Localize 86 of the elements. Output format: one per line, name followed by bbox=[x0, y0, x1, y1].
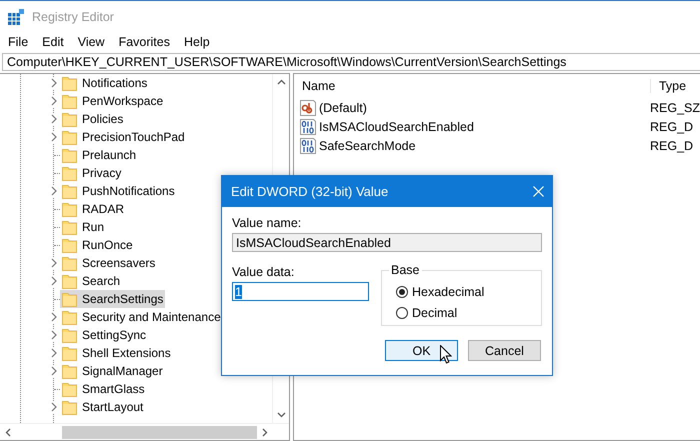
folder-icon bbox=[62, 184, 77, 198]
chevron-icon[interactable] bbox=[51, 276, 57, 286]
tree-item[interactable]: Notifications bbox=[60, 74, 150, 92]
tree-item[interactable]: Screensavers bbox=[60, 254, 158, 272]
tree-item[interactable]: RADAR bbox=[60, 200, 126, 218]
folder-icon bbox=[62, 202, 77, 216]
folder-icon bbox=[62, 238, 77, 252]
binary-value-icon bbox=[300, 138, 316, 154]
window-title: Registry Editor bbox=[32, 10, 114, 24]
chevron-icon[interactable] bbox=[51, 78, 57, 88]
string-value-icon bbox=[300, 100, 316, 116]
registry-icon bbox=[8, 8, 24, 24]
chevron-icon[interactable] bbox=[51, 258, 57, 268]
tree-item[interactable]: Prelaunch bbox=[60, 146, 138, 164]
folder-icon bbox=[62, 220, 77, 234]
tree-item[interactable]: RunOnce bbox=[60, 236, 135, 254]
value-type: REG_SZ bbox=[648, 100, 700, 114]
tree-item[interactable]: SignalManager bbox=[60, 362, 165, 380]
chevron-icon[interactable] bbox=[51, 96, 57, 106]
value-name-field: IsMSACloudSearchEnabled bbox=[232, 233, 542, 252]
address-bar[interactable]: Computer\HKEY_CURRENT_USER\SOFTWARE\Microsoft\Windows\CurrentVersion\SearchSettings bbox=[2, 53, 700, 71]
base-label: Base bbox=[389, 263, 422, 277]
radio-option[interactable]: Decimal bbox=[396, 302, 541, 323]
tree-item[interactable]: PushNotifications bbox=[60, 182, 177, 200]
folder-icon bbox=[62, 274, 77, 288]
folder-icon bbox=[62, 148, 77, 162]
tree-item[interactable]: Security and Maintenance bbox=[60, 308, 223, 326]
value-data-label: Value data: bbox=[232, 265, 294, 279]
tree-item[interactable]: Run bbox=[60, 218, 106, 236]
value-name[interactable]: (Default) bbox=[318, 100, 367, 114]
folder-icon bbox=[62, 130, 77, 144]
tree-item[interactable]: SettingSync bbox=[60, 326, 148, 344]
chevron-icon[interactable] bbox=[51, 132, 57, 142]
chevron-icon[interactable] bbox=[51, 114, 57, 124]
close-icon[interactable] bbox=[533, 186, 544, 197]
tree-item[interactable]: PenWorkspace bbox=[60, 92, 166, 110]
tree-item[interactable]: Policies bbox=[60, 110, 126, 128]
column-header[interactable]: Type bbox=[650, 79, 686, 93]
tree-item[interactable]: SmartGlass bbox=[60, 380, 147, 398]
folder-icon bbox=[62, 112, 77, 126]
scroll-right-icon[interactable] bbox=[262, 428, 268, 436]
cancel-button[interactable]: Cancel bbox=[468, 340, 541, 361]
folder-icon bbox=[62, 382, 77, 396]
column-header[interactable]: Name bbox=[294, 79, 651, 93]
cursor-icon bbox=[440, 345, 452, 364]
tree-item[interactable]: SearchSettings bbox=[60, 290, 166, 308]
binary-value-icon bbox=[300, 118, 316, 134]
value-type: REG_D bbox=[648, 120, 694, 134]
folder-icon bbox=[62, 256, 77, 270]
folder-icon bbox=[62, 400, 77, 414]
tree-item[interactable]: Privacy bbox=[60, 164, 124, 182]
folder-icon bbox=[62, 292, 77, 306]
folder-icon bbox=[62, 94, 77, 108]
tree-item[interactable]: Shell Extensions bbox=[60, 344, 173, 362]
menu-item[interactable]: Favorites bbox=[112, 34, 177, 48]
chevron-icon[interactable] bbox=[51, 366, 57, 376]
chevron-icon[interactable] bbox=[51, 330, 57, 340]
value-type: REG_D bbox=[648, 138, 694, 152]
folder-icon bbox=[62, 364, 77, 378]
tree-item[interactable]: PrecisionTouchPad bbox=[60, 128, 187, 146]
tree-item[interactable]: StartLayout bbox=[60, 398, 146, 416]
folder-icon bbox=[62, 166, 77, 180]
dialog-title: Edit DWORD (32-bit) Value bbox=[231, 184, 388, 199]
tree-item[interactable]: Search bbox=[60, 272, 122, 290]
folder-icon bbox=[62, 328, 77, 342]
scrollbar-thumb[interactable] bbox=[62, 426, 257, 438]
value-data-field[interactable]: 1 bbox=[232, 282, 369, 301]
menu-item[interactable]: File bbox=[1, 34, 36, 48]
value-name-label: Value name: bbox=[232, 216, 302, 230]
radio-option[interactable]: Hexadecimal bbox=[396, 281, 541, 302]
menu-item[interactable]: Help bbox=[176, 34, 217, 48]
value-name[interactable]: IsMSACloudSearchEnabled bbox=[318, 120, 474, 134]
scroll-left-icon[interactable] bbox=[5, 428, 11, 436]
chevron-icon[interactable] bbox=[51, 312, 57, 322]
scroll-down-icon[interactable] bbox=[276, 412, 286, 418]
chevron-icon[interactable] bbox=[51, 186, 57, 196]
chevron-icon[interactable] bbox=[51, 402, 57, 412]
menu-item[interactable]: View bbox=[70, 34, 112, 48]
folder-icon bbox=[62, 76, 77, 90]
folder-icon bbox=[62, 310, 77, 324]
folder-icon bbox=[62, 346, 77, 360]
chevron-icon[interactable] bbox=[51, 348, 57, 358]
menu-item[interactable]: Edit bbox=[35, 34, 71, 48]
scroll-up-icon[interactable] bbox=[276, 79, 286, 85]
ok-button[interactable]: OK bbox=[385, 340, 458, 361]
value-name[interactable]: SafeSearchMode bbox=[318, 138, 416, 152]
